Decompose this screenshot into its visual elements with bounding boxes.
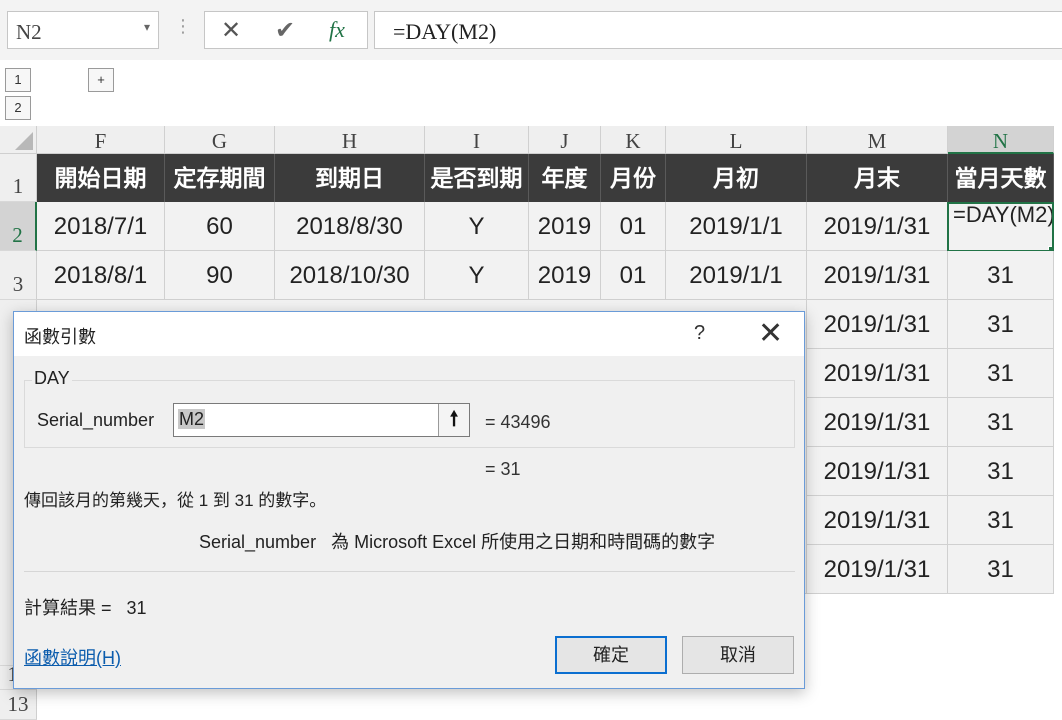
help-icon[interactable]: ? <box>694 322 705 345</box>
cell-i2[interactable]: Y <box>425 202 529 251</box>
header-cell-month[interactable]: 月份 <box>601 154 666 202</box>
dialog-titlebar[interactable]: 函數引數 ? ✕ <box>14 312 804 356</box>
header-cell-days-in-month[interactable]: 當月天數 <box>948 154 1054 202</box>
column-header-i[interactable]: I <box>425 126 529 154</box>
divider <box>24 571 795 572</box>
cell-n3[interactable]: 31 <box>948 251 1054 300</box>
header-cell-month-end[interactable]: 月末 <box>807 154 948 202</box>
function-evaluation: = 31 <box>485 459 521 479</box>
cell-m5[interactable]: 2019/1/31 <box>807 349 948 398</box>
cell-n4[interactable]: 31 <box>948 300 1054 349</box>
cell-j2[interactable]: 2019 <box>529 202 601 251</box>
header-cell-due-date[interactable]: 到期日 <box>275 154 425 202</box>
row-header-1[interactable]: 1 <box>0 154 37 202</box>
function-description: 傳回該月的第幾天，從 1 到 31 的數字。 <box>24 491 327 510</box>
name-box[interactable]: N2 ▾ <box>7 11 159 49</box>
column-header-k[interactable]: K <box>601 126 666 154</box>
more-icon: ⋮ <box>174 16 192 36</box>
name-box-value: N2 <box>16 20 42 44</box>
argument-description: Serial_number 為 Microsoft Excel 所使用之日期和時… <box>199 528 715 554</box>
argument-evaluation: = 43496 <box>485 412 551 432</box>
column-header-n[interactable]: N <box>948 126 1054 154</box>
active-cell-n2[interactable]: =DAY(M2) <box>947 202 1054 252</box>
insert-function-icon[interactable]: fx <box>329 17 345 43</box>
row-header-13[interactable]: 13 <box>0 690 37 720</box>
function-help-link[interactable]: 函數說明(H) <box>24 644 121 670</box>
formula-buttons: ✕ ✔ fx <box>204 11 368 49</box>
cell-m2[interactable]: 2019/1/31 <box>807 202 948 251</box>
header-cell-expired[interactable]: 是否到期 <box>425 154 529 202</box>
result-label: 計算結果 = <box>24 598 112 618</box>
cell-h2[interactable]: 2018/8/30 <box>275 202 425 251</box>
cell-f2[interactable]: 2018/7/1 <box>37 202 165 251</box>
header-cell-term[interactable]: 定存期間 <box>165 154 275 202</box>
cell-n6[interactable]: 31 <box>948 398 1054 447</box>
argument-description-text: 為 Microsoft Excel 所使用之日期和時間碼的數字 <box>331 532 716 552</box>
row-header-2[interactable]: 2 <box>0 202 37 251</box>
select-all-corner[interactable] <box>0 126 37 154</box>
result-value: 31 <box>126 598 147 618</box>
cell-n5[interactable]: 31 <box>948 349 1054 398</box>
cell-h3[interactable]: 2018/10/30 <box>275 251 425 300</box>
cell-m6[interactable]: 2019/1/31 <box>807 398 948 447</box>
cell-i3[interactable]: Y <box>425 251 529 300</box>
header-cell-year[interactable]: 年度 <box>529 154 601 202</box>
cell-l2[interactable]: 2019/1/1 <box>666 202 807 251</box>
cell-m4[interactable]: 2019/1/31 <box>807 300 948 349</box>
dialog-title: 函數引數 <box>24 327 96 347</box>
cell-m9[interactable]: 2019/1/31 <box>807 545 948 594</box>
chevron-down-icon[interactable]: ▾ <box>144 20 150 35</box>
column-header-g[interactable]: G <box>165 126 275 154</box>
cancel-button[interactable]: 取消 <box>682 636 794 674</box>
column-header-l[interactable]: L <box>666 126 807 154</box>
cell-l3[interactable]: 2019/1/1 <box>666 251 807 300</box>
serial-number-value: M2 <box>178 409 206 429</box>
column-header-m[interactable]: M <box>807 126 948 154</box>
argument-description-name: Serial_number <box>199 532 317 552</box>
formula-result: 計算結果 = 31 <box>24 594 147 620</box>
cell-g3[interactable]: 90 <box>165 251 275 300</box>
expand-icon[interactable]: + <box>88 68 114 92</box>
cell-m3[interactable]: 2019/1/31 <box>807 251 948 300</box>
outline-level-2[interactable]: 2 <box>5 96 31 120</box>
cell-n8[interactable]: 31 <box>948 496 1054 545</box>
cell-n9[interactable]: 31 <box>948 545 1054 594</box>
collapse-dialog-icon[interactable]: 🠕 <box>438 404 469 436</box>
header-cell-start-date[interactable]: 開始日期 <box>37 154 165 202</box>
serial-number-input[interactable]: M2 🠕 <box>173 403 470 437</box>
function-arguments-dialog: 函數引數 ? ✕ DAY Serial_number M2 🠕 = 43496 … <box>13 311 805 689</box>
cell-k3[interactable]: 01 <box>601 251 666 300</box>
cell-k2[interactable]: 01 <box>601 202 666 251</box>
argument-label: Serial_number <box>37 410 155 430</box>
function-name: DAY <box>32 368 72 389</box>
check-icon[interactable]: ✔ <box>275 16 295 45</box>
cell-g2[interactable]: 60 <box>165 202 275 251</box>
column-header-f[interactable]: F <box>37 126 165 154</box>
column-header-j[interactable]: J <box>529 126 601 154</box>
cell-n7[interactable]: 31 <box>948 447 1054 496</box>
cell-j3[interactable]: 2019 <box>529 251 601 300</box>
row-header-3[interactable]: 3 <box>0 251 37 300</box>
header-cell-month-start[interactable]: 月初 <box>666 154 807 202</box>
cancel-icon[interactable]: ✕ <box>221 16 241 45</box>
column-header-h[interactable]: H <box>275 126 425 154</box>
cell-n2-text: =DAY(M2) <box>953 202 1054 227</box>
outline-level-1[interactable]: 1 <box>5 68 31 92</box>
formula-input[interactable]: =DAY(M2) <box>374 11 1062 49</box>
cell-m7[interactable]: 2019/1/31 <box>807 447 948 496</box>
cell-f3[interactable]: 2018/8/1 <box>37 251 165 300</box>
cell-m8[interactable]: 2019/1/31 <box>807 496 948 545</box>
close-icon[interactable]: ✕ <box>758 316 783 351</box>
ok-button[interactable]: 確定 <box>555 636 667 674</box>
